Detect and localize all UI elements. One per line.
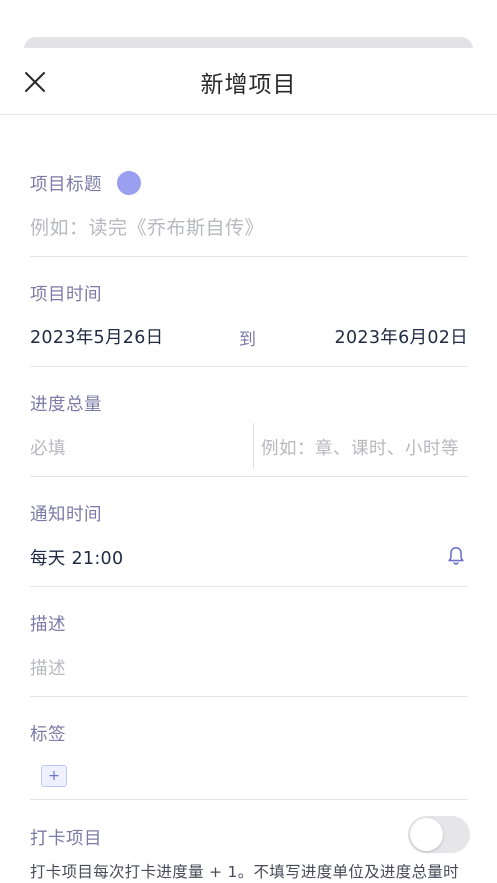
to-separator: 到	[239, 330, 256, 350]
description-section: 描述 描述	[30, 587, 468, 697]
unit-input[interactable]: 例如：章、课时、小时等	[261, 435, 459, 460]
notify-time[interactable]: 每天 21:00	[30, 545, 123, 570]
input-divider	[253, 423, 254, 469]
progress-label: 进度总量	[30, 395, 102, 415]
page-title: 新增项目	[200, 72, 297, 98]
title-section: 项目标题 例如：读完《乔布斯自传》	[30, 165, 468, 257]
time-section: 项目时间 2023年5月26日 到 2023年6月02日	[30, 257, 468, 367]
color-picker-dot[interactable]	[117, 171, 141, 195]
bell-icon[interactable]	[445, 545, 467, 567]
sheet-header: 新增项目	[0, 48, 497, 115]
checkin-description: 打卡项目每次打卡进度量 + 1。不填写进度单位及进度总量时	[30, 863, 459, 881]
toggle-knob	[410, 818, 443, 851]
notify-label: 通知时间	[30, 505, 102, 525]
checkin-toggle[interactable]	[408, 816, 470, 853]
total-input[interactable]: 必填	[30, 435, 66, 460]
title-label: 项目标题	[30, 175, 102, 195]
checkin-label: 打卡项目	[30, 829, 102, 849]
title-input[interactable]: 例如：读完《乔布斯自传》	[30, 213, 264, 240]
progress-section: 进度总量 必填 例如：章、课时、小时等	[30, 367, 468, 477]
description-label: 描述	[30, 615, 66, 635]
description-input[interactable]: 描述	[30, 655, 66, 680]
end-date[interactable]: 2023年6月02日	[335, 324, 468, 349]
screen: 新增项目 项目标题 例如：读完《乔布斯自传》 项目时间 2023年5月26日 到…	[0, 0, 497, 883]
tags-label: 标签	[30, 725, 66, 745]
start-date[interactable]: 2023年5月26日	[30, 324, 163, 349]
add-tag-button[interactable]: +	[41, 765, 67, 787]
time-label: 项目时间	[30, 285, 102, 305]
tags-section: 标签 +	[30, 697, 468, 800]
notify-section: 通知时间 每天 21:00	[30, 477, 468, 587]
